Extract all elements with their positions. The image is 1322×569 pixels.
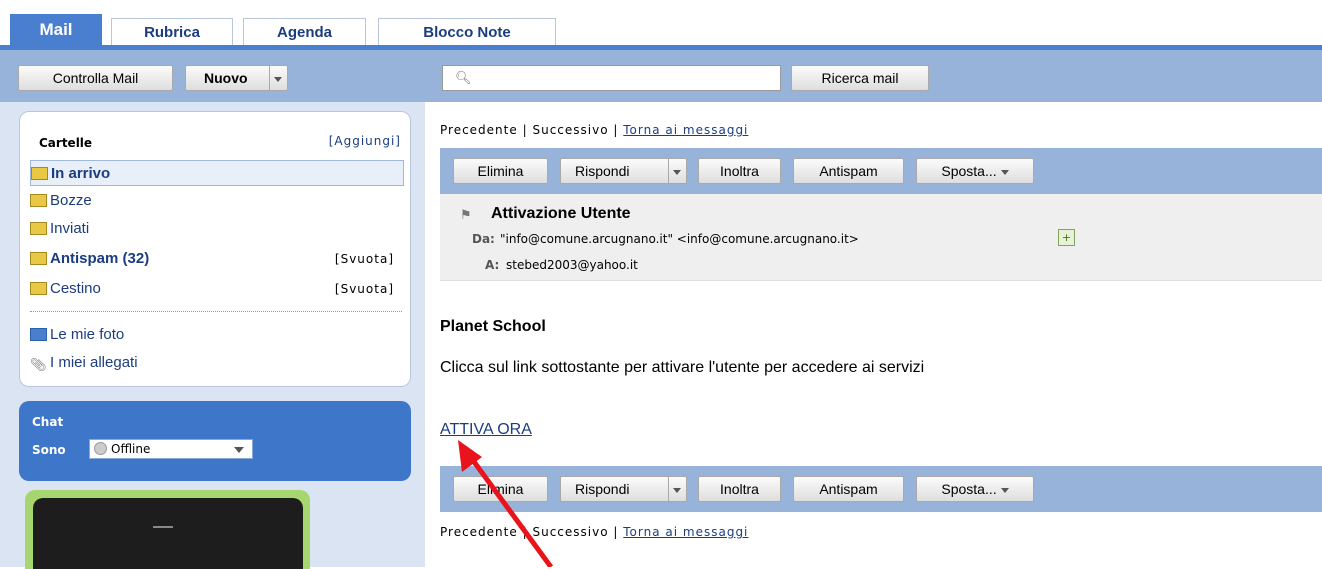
annotation-arrow-shaft [469,457,554,567]
annotation-arrow [458,440,554,567]
